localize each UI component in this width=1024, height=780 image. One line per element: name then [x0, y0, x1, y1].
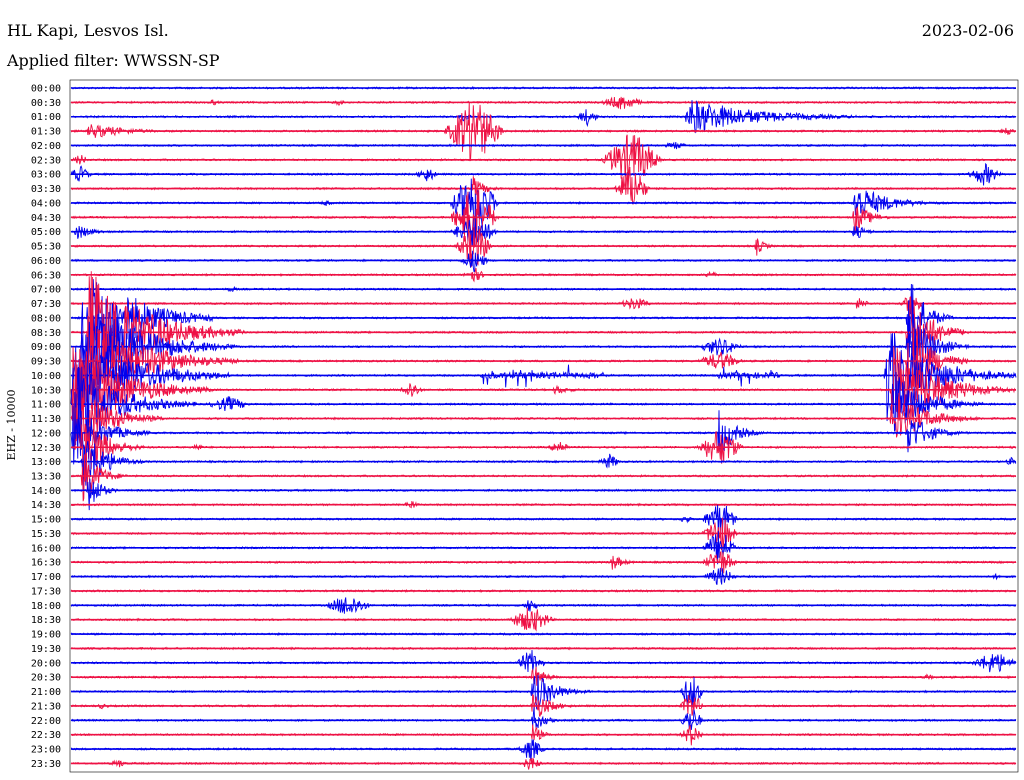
row-time-label: 01:30: [31, 127, 61, 138]
station-title: HL Kapi, Lesvos Isl.: [7, 21, 169, 40]
row-time-label: 16:30: [31, 558, 61, 569]
row-labels: 00:00 00:30 01:00 01:30 02:00 02:30 03:00 03:30…: [31, 84, 61, 770]
row-time-label: 19:30: [31, 644, 61, 655]
trace-rows: [70, 85, 1017, 770]
row-time-label: 11:00: [31, 400, 61, 411]
row-time-label: 10:00: [31, 371, 61, 382]
row-time-label: 05:00: [31, 227, 61, 238]
row-time-label: 07:00: [31, 285, 61, 296]
row-time-label: 21:00: [31, 687, 61, 698]
trace-row-1330: [70, 452, 1017, 502]
trace-row-2000: [70, 650, 1017, 673]
channel-label: EHZ - 10000: [5, 390, 18, 461]
row-time-label: 22:30: [31, 730, 61, 741]
row-time-label: 20:30: [31, 673, 61, 684]
row-time-label: 16:00: [31, 543, 61, 554]
row-time-label: 05:30: [31, 242, 61, 253]
row-time-label: 04:00: [31, 198, 61, 209]
row-time-label: 12:00: [31, 428, 61, 439]
row-time-label: 20:00: [31, 658, 61, 669]
row-time-label: 12:30: [31, 443, 61, 454]
row-time-label: 02:30: [31, 155, 61, 166]
row-time-label: 23:00: [31, 745, 61, 756]
row-time-label: 13:30: [31, 471, 61, 482]
row-time-label: 09:00: [31, 342, 61, 353]
row-time-label: 08:00: [31, 313, 61, 324]
row-time-label: 21:30: [31, 701, 61, 712]
row-time-label: 06:30: [31, 270, 61, 281]
row-time-label: 23:30: [31, 759, 61, 770]
trace-row-0430: [70, 189, 1017, 241]
row-time-label: 19:00: [31, 630, 61, 641]
trace-row-0600: [70, 250, 1017, 273]
row-time-label: 15:30: [31, 529, 61, 540]
helicorder-plot: HL Kapi, Lesvos Isl. 2023-02-06 Applied …: [5, 21, 1019, 773]
row-time-label: 01:00: [31, 112, 61, 123]
trace-row-0500: [70, 218, 1017, 247]
row-time-label: 22:00: [31, 716, 61, 727]
row-time-label: 00:30: [31, 98, 61, 109]
row-time-label: 04:30: [31, 213, 61, 224]
row-time-label: 06:00: [31, 256, 61, 267]
row-time-label: 11:30: [31, 414, 61, 425]
row-time-label: 03:00: [31, 170, 61, 181]
row-time-label: 18:30: [31, 615, 61, 626]
plot-frame: [69, 79, 1019, 773]
row-time-label: 14:00: [31, 486, 61, 497]
row-time-label: 17:30: [31, 586, 61, 597]
trace-row-1500: [70, 504, 1017, 537]
row-time-label: 14:30: [31, 500, 61, 511]
date-label: 2023-02-06: [922, 21, 1014, 40]
row-time-label: 15:00: [31, 515, 61, 526]
row-time-label: 18:00: [31, 601, 61, 612]
filter-label: Applied filter: WWSSN-SP: [6, 51, 220, 70]
row-time-label: 00:00: [31, 84, 61, 95]
row-time-label: 13:00: [31, 457, 61, 468]
row-time-label: 10:30: [31, 385, 61, 396]
row-time-label: 09:30: [31, 357, 61, 368]
trace-row-2200: [70, 707, 1017, 730]
row-time-label: 07:30: [31, 299, 61, 310]
row-time-label: 03:30: [31, 184, 61, 195]
row-time-label: 08:30: [31, 328, 61, 339]
trace-row-0800: [70, 279, 1017, 368]
row-time-label: 17:00: [31, 572, 61, 583]
trace-row-1300: [70, 440, 1017, 490]
trace-row-1200: [70, 405, 1017, 465]
row-time-label: 02:00: [31, 141, 61, 152]
